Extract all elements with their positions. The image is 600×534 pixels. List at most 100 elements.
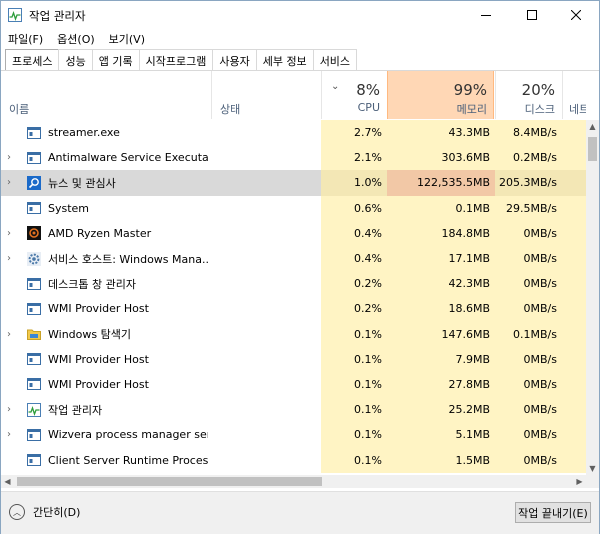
menu-options[interactable]: 옵션(O) [50,29,101,47]
window-icon [27,120,43,145]
taskmgr-icon [27,397,43,422]
column-header-disk[interactable]: 20% 디스크 [495,71,561,119]
tab-startup[interactable]: 시작프로그램 [138,49,214,70]
expand-chevron-icon[interactable]: › [7,145,19,170]
window-title: 작업 관리자 [29,9,86,23]
menu-bar: 파일(F) 옵션(O) 보기(V) [1,29,152,47]
column-label-network: 네트 [569,103,586,116]
process-row[interactable]: streamer.exe 2.7% 43.3MB 8.4MB/s [1,120,586,146]
tab-performance[interactable]: 성능 [58,49,93,70]
tab-services[interactable]: 서비스 [312,49,358,70]
process-name: 데스크톱 창 관리자 [48,277,136,291]
process-row[interactable]: › 작업 관리자 0.1% 25.2MB 0MB/s [1,397,586,423]
column-header-memory[interactable]: 99% 메모리 [387,71,494,119]
process-memory: 25.2MB [387,397,495,423]
scroll-up-arrow-icon[interactable]: ▲ [586,120,599,133]
process-row[interactable]: WMI Provider Host 0.2% 18.6MB 0MB/s [1,296,586,322]
window-icon [27,347,43,372]
process-row[interactable]: › Windows 탐색기 0.1% 147.6MB 0.1MB/s [1,321,586,347]
process-row[interactable]: › 뉴스 및 관심사 1.0% 122,535.5MB 205.3MB/s [1,170,586,196]
process-list: streamer.exe 2.7% 43.3MB 8.4MB/s › Antimalwar… [1,120,586,475]
horizontal-scrollbar[interactable]: ◀ ▶ [1,475,586,488]
window-icon [27,372,43,397]
sort-chevron-icon: ⌄ [331,81,340,92]
expand-chevron-icon[interactable]: › [7,170,19,195]
expand-chevron-icon[interactable]: › [7,422,19,447]
process-cpu: 2.1% [321,145,387,171]
process-memory: 147.6MB [387,321,495,347]
maximize-icon [527,10,537,20]
fewer-details-toggle[interactable]: ︿ 간단히(D) [9,504,80,520]
process-row[interactable]: Client Server Runtime Process 0.1% 1.5MB 0M… [1,447,586,473]
process-disk: 8.4MB/s [495,120,562,146]
process-name: WMI Provider Host [48,352,149,366]
process-name: 서비스 호스트: Windows Mana... [48,252,208,266]
vertical-scrollbar[interactable]: ▲ ▼ [586,120,599,475]
scroll-down-arrow-icon[interactable]: ▼ [586,462,599,475]
tab-processes[interactable]: 프로세스 [5,49,60,70]
process-memory: 5.1MB [387,422,495,448]
expand-chevron-icon[interactable]: › [7,221,19,246]
process-row[interactable]: › AMD Ryzen Master 0.4% 184.8MB 0MB/s [1,220,586,246]
menu-view[interactable]: 보기(V) [102,29,152,47]
process-cpu: 0.2% [321,296,387,322]
menu-file[interactable]: 파일(F) [1,29,50,47]
process-disk: 0MB/s [495,422,562,448]
tab-app-history[interactable]: 앱 기록 [91,49,140,70]
expand-chevron-icon[interactable]: › [7,397,19,422]
process-cpu: 0.1% [321,346,387,372]
column-header-status[interactable]: 상태 [211,71,321,119]
process-cpu: 0.6% [321,195,387,221]
column-label-name: 이름 [9,103,30,116]
process-network [562,371,586,398]
scroll-left-arrow-icon[interactable]: ◀ [1,475,14,488]
process-memory: 122,535.5MB [387,170,495,196]
process-name: WMI Provider Host [48,302,149,316]
close-button[interactable] [553,1,599,29]
process-network [562,397,586,423]
process-cpu: 0.1% [321,321,387,347]
column-header-network[interactable]: 네트 [562,71,586,119]
expand-placeholder [7,347,19,372]
process-memory: 0.1MB [387,195,495,221]
vertical-scroll-thumb[interactable] [588,137,597,161]
process-cpu: 2.7% [321,120,387,146]
fewer-details-label: 간단히(D) [33,506,81,519]
expand-chevron-icon[interactable]: › [7,322,19,347]
horizontal-scroll-thumb[interactable] [17,477,322,486]
process-row[interactable]: › 서비스 호스트: Windows Mana... 0.4% 17.1MB 0MB/s [1,245,586,272]
process-row[interactable]: System 0.6% 0.1MB 29.5MB/s [1,195,586,221]
process-row[interactable]: 데스크톱 창 관리자 0.2% 42.3MB 0MB/s [1,271,586,297]
memory-total: 99% [453,81,487,99]
scroll-right-arrow-icon[interactable]: ▶ [573,475,586,488]
end-task-button[interactable]: 작업 끝내기(E) [515,502,591,523]
expand-placeholder [7,296,19,321]
process-name: Client Server Runtime Process [48,453,208,467]
process-row[interactable]: WMI Provider Host 0.1% 27.8MB 0MB/s [1,371,586,398]
amd-icon [27,221,43,246]
tab-users[interactable]: 사용자 [212,49,257,70]
process-memory: 303.6MB [387,145,495,171]
window-icon [27,271,43,296]
process-cpu: 0.1% [321,447,387,473]
disk-total: 20% [521,81,555,99]
chevron-up-icon: ︿ [9,504,25,520]
process-row[interactable]: › Wizvera process manager servi... 0.1%5.1… [1,422,586,448]
process-network [562,145,586,171]
minimize-button[interactable] [463,1,509,29]
process-memory: 43.3MB [387,120,495,146]
expand-chevron-icon[interactable]: › [7,246,19,271]
column-header-name[interactable]: 이름 [1,71,211,119]
column-label-cpu: CPU [357,101,380,114]
column-label-disk: 디스크 [524,103,555,116]
process-row[interactable]: WMI Provider Host 0.1% 7.9MB 0MB/s [1,346,586,372]
maximize-button[interactable] [509,1,555,29]
process-disk: 0MB/s [495,220,562,246]
cpu-total: 8% [356,81,380,99]
process-disk: 0MB/s [495,245,562,272]
expand-placeholder [7,447,19,472]
tab-details[interactable]: 세부 정보 [255,49,314,70]
column-header-cpu[interactable]: ⌄ 8% CPU [321,71,386,119]
process-row[interactable]: › Antimalware Service Executable 2.1% 303.6… [1,145,586,171]
gear-icon [27,246,43,271]
